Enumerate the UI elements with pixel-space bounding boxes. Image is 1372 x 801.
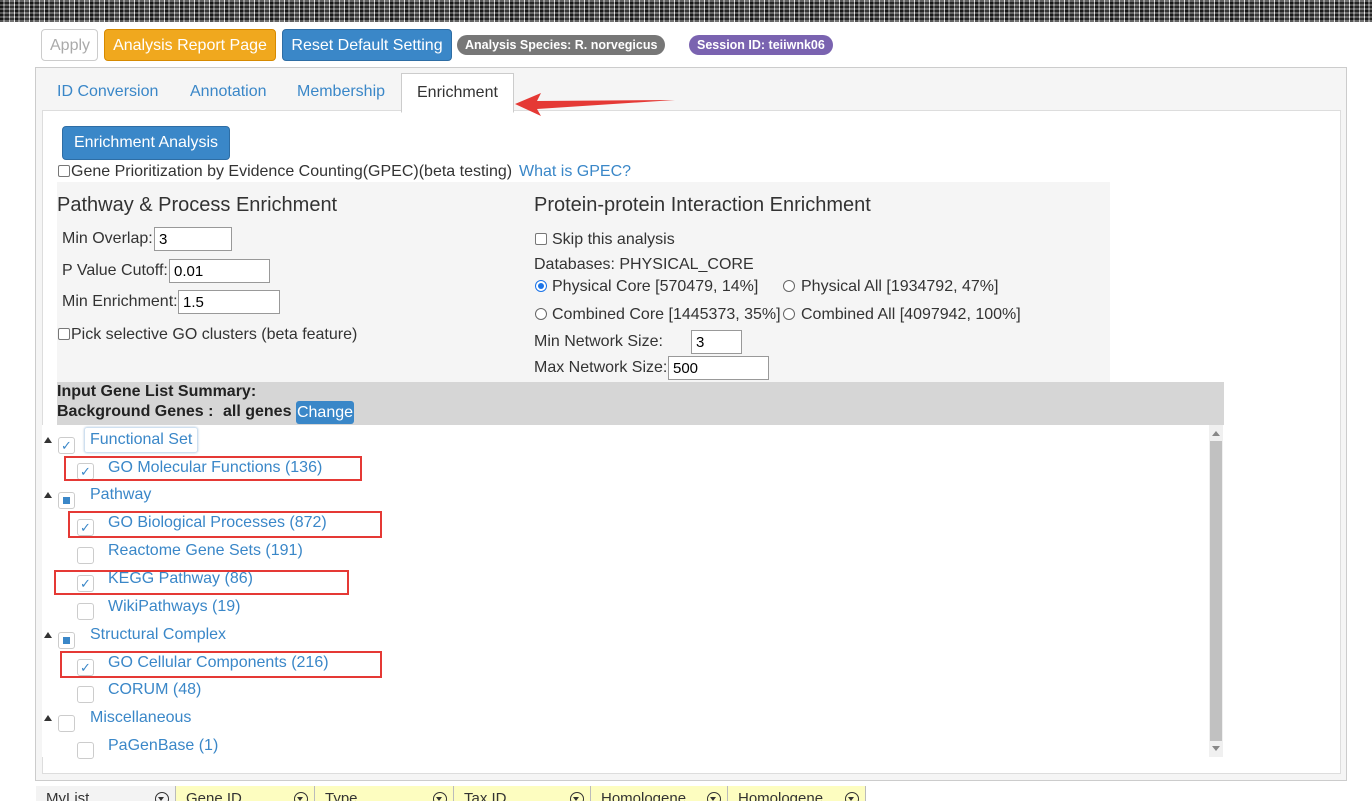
gene-grid-header: MyList Gene ID Type Tax ID Homologene Ho… [36, 786, 866, 801]
grid-column-tax-id[interactable]: Tax ID [454, 786, 591, 801]
background-genes-label: Background Genes : [57, 403, 214, 420]
pathway-title: Pathway & Process Enrichment [57, 194, 338, 216]
analysis-report-button[interactable]: Analysis Report Page [104, 29, 276, 61]
reset-default-button[interactable]: Reset Default Setting [282, 29, 452, 61]
group-checkbox-miscellaneous[interactable] [58, 715, 75, 732]
tab-membership[interactable]: Membership [297, 75, 385, 111]
child-checkbox-wikipathways[interactable] [77, 603, 94, 620]
column-dropdown-icon[interactable] [155, 792, 169, 801]
tree-scrollbar[interactable] [1209, 425, 1223, 757]
go-clusters-checkbox[interactable] [58, 328, 70, 340]
pvalue-cutoff-input[interactable] [169, 259, 270, 283]
tab-enrichment[interactable]: Enrichment [401, 73, 514, 113]
databases-label: Databases: PHYSICAL_CORE [534, 256, 754, 273]
min-enrichment-label: Min Enrichment: [62, 293, 178, 310]
min-network-label: Min Network Size: [534, 333, 663, 350]
gpec-checkbox[interactable] [58, 165, 70, 177]
min-enrichment-input[interactable] [178, 290, 280, 314]
max-network-input[interactable] [668, 356, 769, 380]
radio-physical-core[interactable] [535, 280, 547, 292]
grid-column-homologene-2[interactable]: Homologene [728, 786, 866, 801]
top-banner-image [0, 0, 1372, 22]
go-clusters-label: Pick selective GO clusters (beta feature… [71, 326, 358, 343]
scroll-down-icon[interactable] [1212, 746, 1220, 751]
tree-item-corum[interactable]: CORUM (48) [108, 681, 201, 699]
radio-combined-core[interactable] [535, 308, 547, 320]
child-checkbox-pagenbase[interactable] [77, 742, 94, 759]
species-badge: Analysis Species: R. norvegicus [457, 35, 666, 55]
tree-item-pagenbase[interactable]: PaGenBase (1) [108, 737, 218, 755]
max-network-label: Max Network Size: [534, 359, 668, 376]
tab-id-conversion[interactable]: ID Conversion [57, 75, 158, 111]
pvalue-cutoff-label: P Value Cutoff: [62, 262, 168, 279]
column-dropdown-icon[interactable] [570, 792, 584, 801]
child-checkbox-reactome[interactable] [77, 547, 94, 564]
combined-core-label: Combined Core [1445373, 35%] [552, 306, 781, 323]
column-dropdown-icon[interactable] [433, 792, 447, 801]
column-label: Gene ID [186, 790, 242, 801]
grid-column-type[interactable]: Type [315, 786, 454, 801]
what-is-gpec-link[interactable]: What is GPEC? [519, 163, 631, 181]
scrollbar-thumb[interactable] [1210, 441, 1222, 741]
background-genes-value: all genes [223, 403, 292, 420]
group-checkbox-structural-complex[interactable] [58, 632, 75, 649]
group-checkbox-functional-set[interactable]: ✓ [58, 437, 75, 454]
column-label: Homologene [738, 790, 824, 801]
apply-button[interactable]: Apply [41, 29, 98, 61]
highlight-box [54, 570, 349, 595]
column-label: Tax ID [464, 790, 507, 801]
grid-column-homologene[interactable]: Homologene [591, 786, 728, 801]
tree-group-structural-complex[interactable]: Structural Complex [90, 626, 226, 644]
gpec-label: Gene Prioritization by Evidence Counting… [71, 163, 513, 180]
scroll-up-icon[interactable] [1212, 431, 1220, 436]
session-badge: Session ID: teiiwnk06 [689, 35, 833, 55]
radio-combined-all[interactable] [783, 308, 795, 320]
tree-item-reactome-gene-sets[interactable]: Reactome Gene Sets (191) [108, 542, 303, 560]
ppi-title: Protein-protein Interaction Enrichment [534, 194, 871, 216]
tree-group-miscellaneous[interactable]: Miscellaneous [90, 709, 191, 727]
grid-column-gene-id[interactable]: Gene ID [176, 786, 315, 801]
column-dropdown-icon[interactable] [707, 792, 721, 801]
tab-annotation[interactable]: Annotation [190, 75, 267, 111]
tree-group-functional-set[interactable]: Functional Set [84, 427, 199, 453]
skip-ppi-label: Skip this analysis [552, 231, 675, 248]
min-overlap-label: Min Overlap: [62, 230, 153, 247]
combined-all-label: Combined All [4097942, 100%] [801, 306, 1021, 323]
column-dropdown-icon[interactable] [294, 792, 308, 801]
collapse-triangle-icon[interactable] [44, 715, 52, 721]
child-checkbox-corum[interactable] [77, 686, 94, 703]
group-checkbox-pathway[interactable] [58, 492, 75, 509]
column-dropdown-icon[interactable] [845, 792, 859, 801]
skip-ppi-checkbox[interactable] [535, 233, 547, 245]
collapse-triangle-icon[interactable] [44, 632, 52, 638]
red-arrow-annotation [515, 93, 675, 116]
physical-all-label: Physical All [1934792, 47%] [801, 278, 999, 295]
highlight-box [68, 511, 382, 538]
collapse-triangle-icon[interactable] [44, 437, 52, 443]
collapse-triangle-icon[interactable] [44, 492, 52, 498]
change-background-button[interactable]: Change [296, 401, 354, 424]
radio-physical-all[interactable] [783, 280, 795, 292]
column-label: Type [325, 790, 358, 801]
tree-item-wikipathways[interactable]: WikiPathways (19) [108, 598, 240, 616]
tree-group-pathway[interactable]: Pathway [90, 486, 151, 504]
column-label: MyList [46, 790, 90, 801]
min-overlap-input[interactable] [154, 227, 232, 251]
physical-core-label: Physical Core [570479, 14%] [552, 278, 759, 295]
grid-column-mylist[interactable]: MyList [36, 786, 176, 801]
summary-title: Input Gene List Summary: [57, 383, 257, 400]
highlight-box [64, 456, 362, 481]
min-network-input[interactable] [691, 330, 742, 354]
column-label: Homologene [601, 790, 687, 801]
highlight-box [60, 651, 382, 678]
enrichment-analysis-button[interactable]: Enrichment Analysis [62, 126, 230, 160]
